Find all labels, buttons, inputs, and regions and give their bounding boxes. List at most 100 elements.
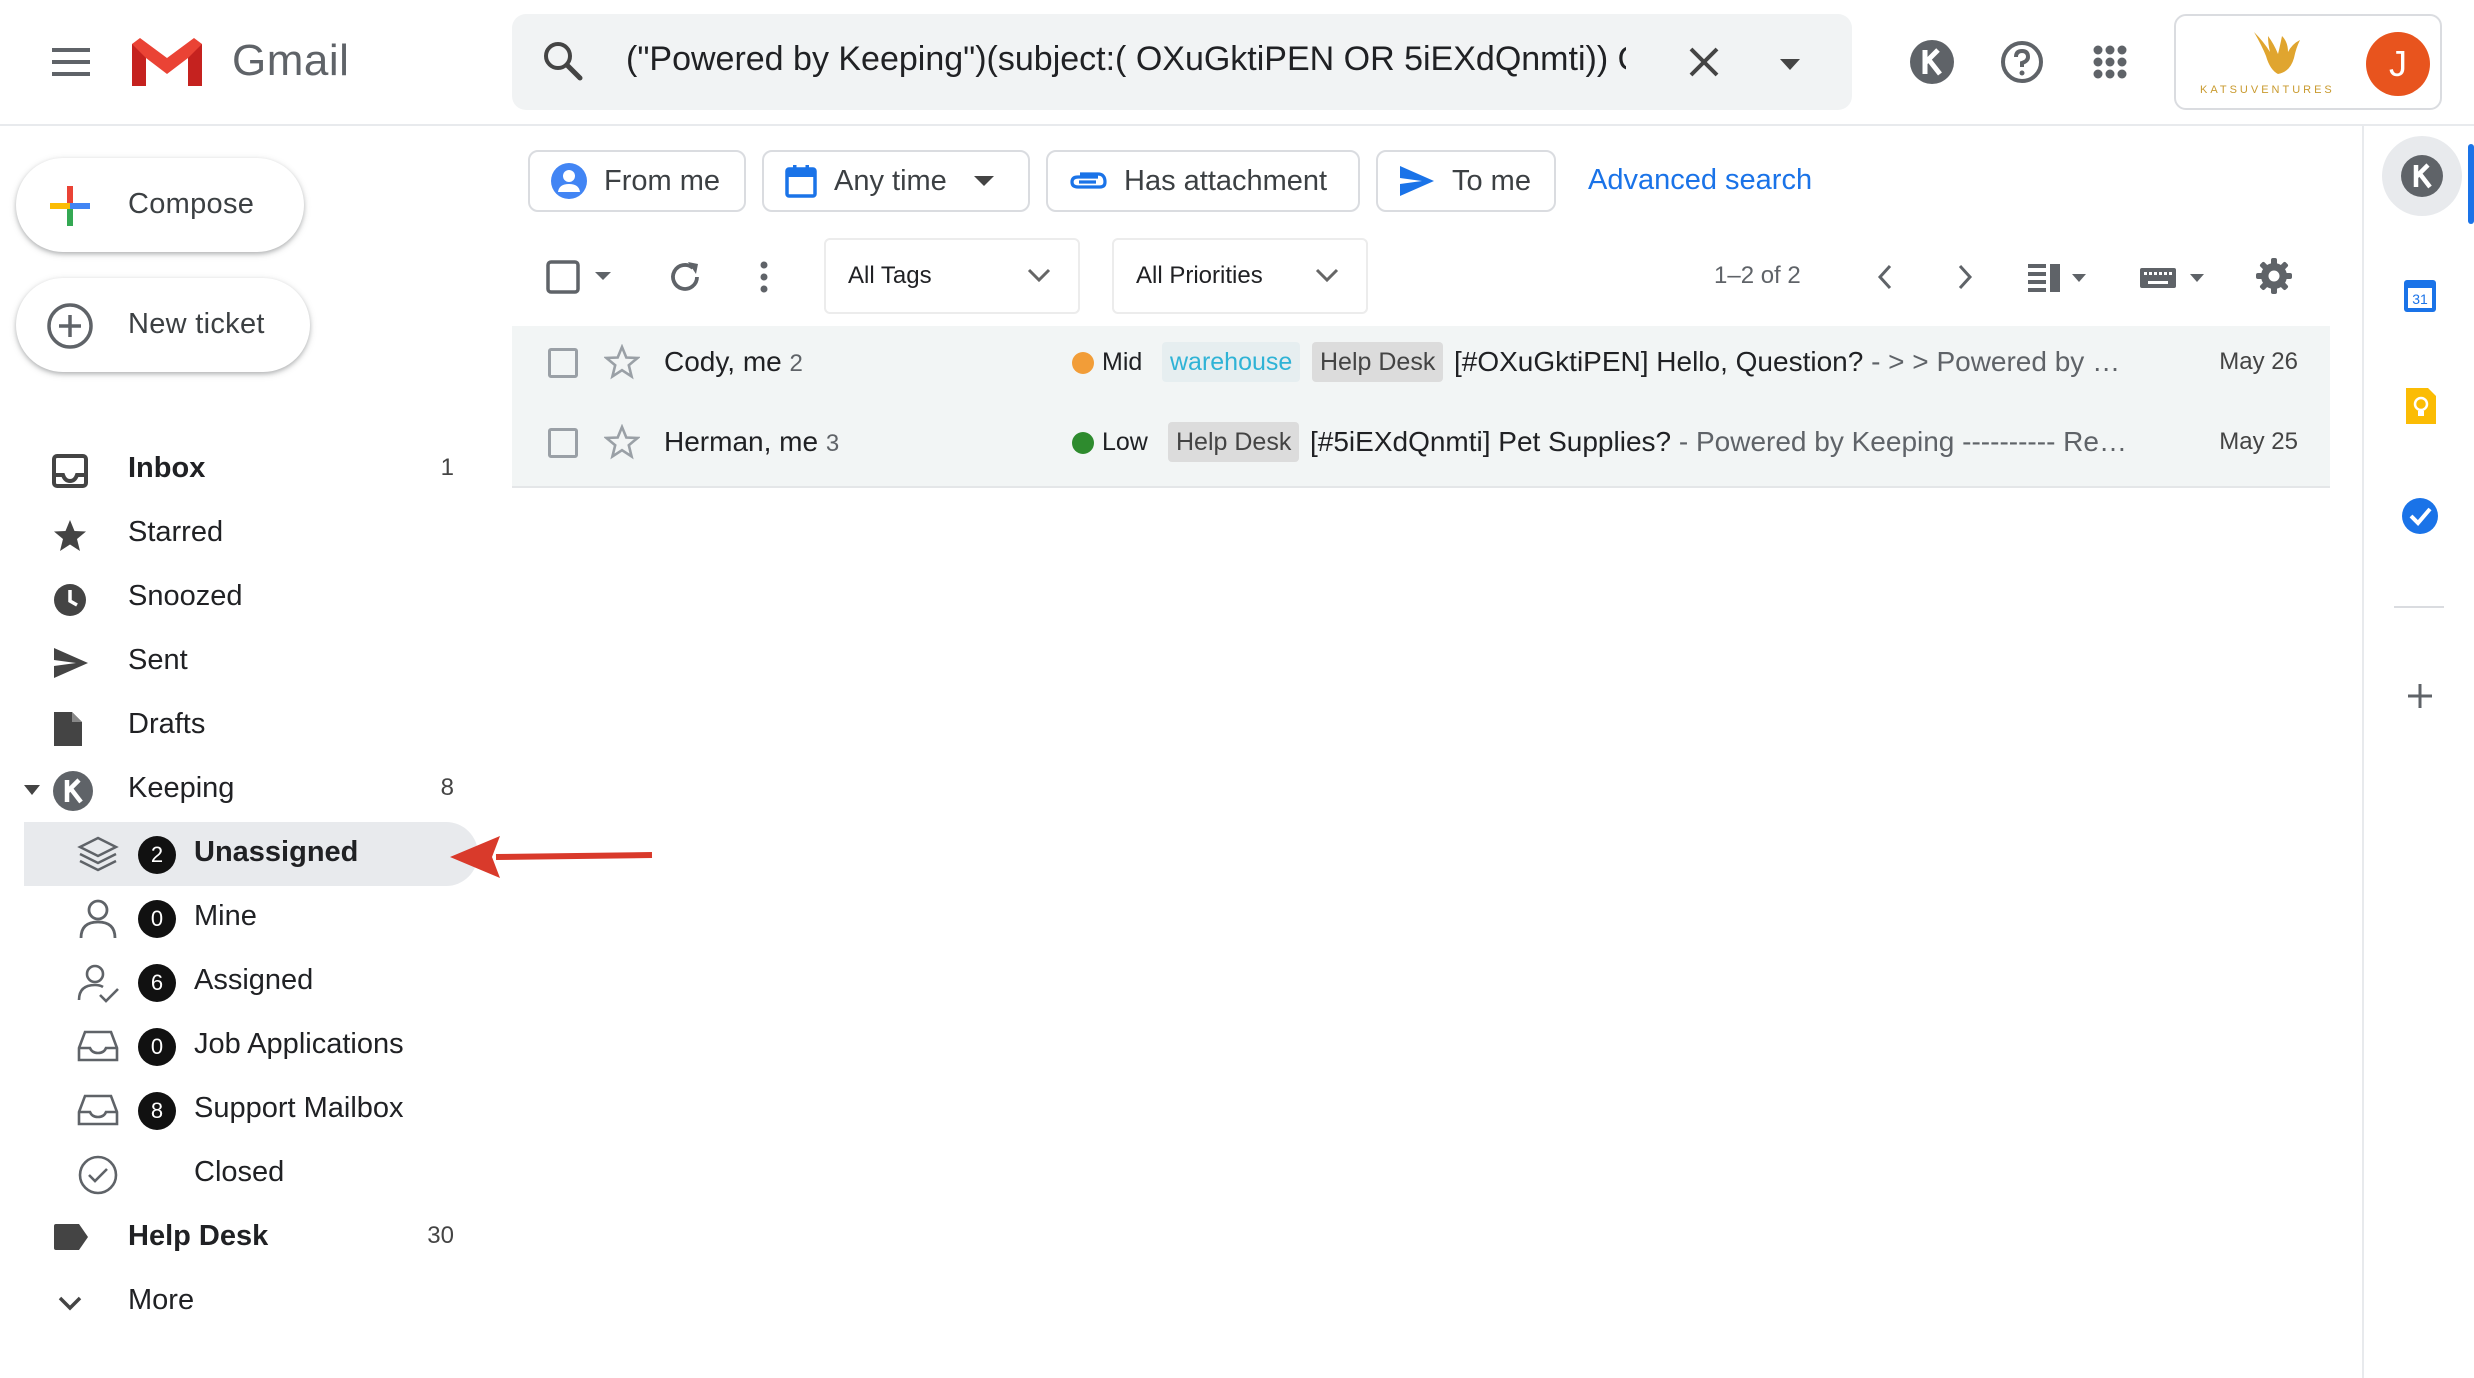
star-outline-icon[interactable] — [604, 424, 640, 460]
count-badge: 0 — [138, 1028, 176, 1066]
nav-item-count: 1 — [440, 454, 454, 481]
help-icon[interactable] — [1990, 30, 2054, 94]
prev-page-icon[interactable] — [1874, 262, 1896, 292]
sidebar-item-label: Assigned — [194, 964, 314, 996]
calendar-app-icon[interactable]: 31 — [2398, 274, 2442, 318]
nav-item-label: Inbox — [128, 452, 206, 484]
account-switcher[interactable]: KATSUVENTURES J — [2174, 14, 2442, 110]
send-icon — [52, 646, 92, 682]
row-date: May 25 — [2219, 428, 2298, 455]
star-outline-icon[interactable] — [604, 344, 640, 380]
sender-names: Herman, me — [664, 426, 819, 457]
sidebar-item-label: Closed — [194, 1156, 285, 1188]
snippet-text: - > > Powered by … — [1863, 346, 2121, 377]
tag-warehouse[interactable]: warehouse — [1162, 342, 1301, 382]
nav-item-label: Snoozed — [128, 580, 243, 612]
row-date: May 26 — [2219, 348, 2298, 375]
compose-label: Compose — [128, 188, 255, 220]
side-panel-divider — [2394, 606, 2444, 608]
any-time-chip[interactable]: Any time — [762, 150, 1030, 212]
priorities-select[interactable]: All Priorities — [1112, 238, 1368, 314]
subject-text: [#OXuGktiPEN] Hello, Question? — [1454, 346, 1864, 377]
nav-item-label: Help Desk — [128, 1220, 269, 1252]
sidebar-item-label: Job Applications — [194, 1028, 404, 1060]
nav-item-label: Starred — [128, 516, 224, 548]
priority-label: Mid — [1102, 348, 1143, 376]
keep-notes-icon[interactable] — [2398, 384, 2442, 428]
collapse-caret-icon[interactable] — [22, 782, 42, 798]
sidebar-item-assigned[interactable]: 6 Assigned — [24, 950, 502, 1014]
gmail-logo-icon[interactable] — [128, 34, 206, 90]
search-options-caret-icon[interactable] — [1770, 44, 1810, 84]
calendar-icon — [784, 163, 818, 199]
search-bar[interactable]: ("Powered by Keeping")(subject:( OXuGkti… — [512, 14, 1852, 110]
split-pane-icon[interactable] — [2026, 262, 2090, 292]
tag-help-desk[interactable]: Help Desk — [1312, 342, 1444, 382]
tags-select[interactable]: All Tags — [824, 238, 1080, 314]
sidebar-item-unassigned[interactable]: 2 Unassigned — [24, 822, 478, 886]
search-icon[interactable] — [540, 38, 586, 84]
avatar[interactable]: J — [2366, 32, 2430, 96]
inbox-icon — [52, 454, 92, 490]
keyboard-input-icon[interactable] — [2138, 264, 2210, 290]
sidebar-item-job-applications[interactable]: 0 Job Applications — [24, 1014, 502, 1078]
chip-label: To me — [1452, 164, 1531, 197]
keeping-addon-button[interactable] — [2382, 136, 2462, 216]
nav-item-starred[interactable]: Starred — [0, 502, 478, 566]
nav-item-count: 8 — [440, 774, 454, 801]
nav-item-sent[interactable]: Sent — [0, 630, 478, 694]
new-ticket-button[interactable]: New ticket — [16, 278, 310, 372]
nav-item-inbox[interactable]: Inbox 1 — [0, 438, 478, 502]
star-icon — [52, 518, 92, 554]
table-row[interactable]: Herman, me 3 Low Help Desk [#5iEXdQnmti]… — [512, 406, 2330, 488]
sidebar-item-support-mailbox[interactable]: 8 Support Mailbox — [24, 1078, 502, 1142]
select-caret-icon[interactable] — [594, 270, 612, 282]
sidebar-item-label: Mine — [194, 900, 257, 932]
nav-item-help-desk[interactable]: Help Desk 30 — [0, 1206, 478, 1270]
nav-item-snoozed[interactable]: Snoozed — [0, 566, 478, 630]
mailbox-tray-icon — [76, 1026, 120, 1066]
search-input[interactable]: ("Powered by Keeping")(subject:( OXuGkti… — [626, 40, 1626, 79]
mailbox-tray-icon — [76, 1090, 120, 1130]
compose-button[interactable]: Compose — [16, 158, 304, 252]
row-checkbox[interactable] — [548, 348, 578, 378]
dropdown-caret-icon — [973, 174, 995, 188]
layers-icon — [76, 834, 120, 874]
add-circle-icon — [46, 302, 94, 350]
new-ticket-label: New ticket — [128, 308, 265, 340]
select-all-checkbox[interactable] — [546, 260, 580, 294]
main-menu-icon[interactable] — [40, 30, 104, 94]
priority-indicator: Low — [1072, 428, 1148, 457]
person-icon — [76, 898, 120, 940]
nav-item-keeping[interactable]: Keeping 8 — [0, 758, 478, 822]
katsuventures-rooster-logo — [2244, 26, 2304, 82]
nav-item-drafts[interactable]: Drafts — [0, 694, 478, 758]
tag-help-desk[interactable]: Help Desk — [1168, 422, 1300, 462]
nav-item-more[interactable]: More — [0, 1270, 478, 1334]
more-vert-icon[interactable] — [752, 258, 776, 296]
nav-item-label: Drafts — [128, 708, 206, 740]
table-row[interactable]: Cody, me 2 Mid warehouse Help Desk [#OXu… — [512, 326, 2330, 408]
chip-label: Any time — [834, 164, 947, 197]
row-checkbox[interactable] — [548, 428, 578, 458]
clear-search-icon[interactable] — [1682, 40, 1726, 84]
count-badge: 0 — [138, 900, 176, 938]
sidebar-item-closed[interactable]: Closed — [24, 1142, 502, 1206]
add-addon-icon[interactable] — [2398, 674, 2442, 718]
gmail-wordmark[interactable]: Gmail — [232, 36, 349, 86]
has-attachment-chip[interactable]: Has attachment — [1046, 150, 1360, 212]
advanced-search-link[interactable]: Advanced search — [1588, 164, 1812, 197]
keeping-extension-icon[interactable] — [1900, 30, 1964, 94]
refresh-icon[interactable] — [666, 258, 704, 296]
active-addon-indicator — [2468, 144, 2474, 224]
draft-file-icon — [52, 710, 92, 746]
sidebar-item-mine[interactable]: 0 Mine — [24, 886, 502, 950]
apps-grid-icon[interactable] — [2078, 30, 2142, 94]
next-page-icon[interactable] — [1954, 262, 1976, 292]
settings-gear-icon[interactable] — [2254, 256, 2294, 296]
snippet-text: - Powered by Keeping ---------- Re… — [1671, 426, 2127, 457]
from-me-chip[interactable]: From me — [528, 150, 746, 212]
nav-item-label: More — [128, 1284, 195, 1316]
tasks-icon[interactable] — [2398, 494, 2442, 538]
to-me-chip[interactable]: To me — [1376, 150, 1556, 212]
